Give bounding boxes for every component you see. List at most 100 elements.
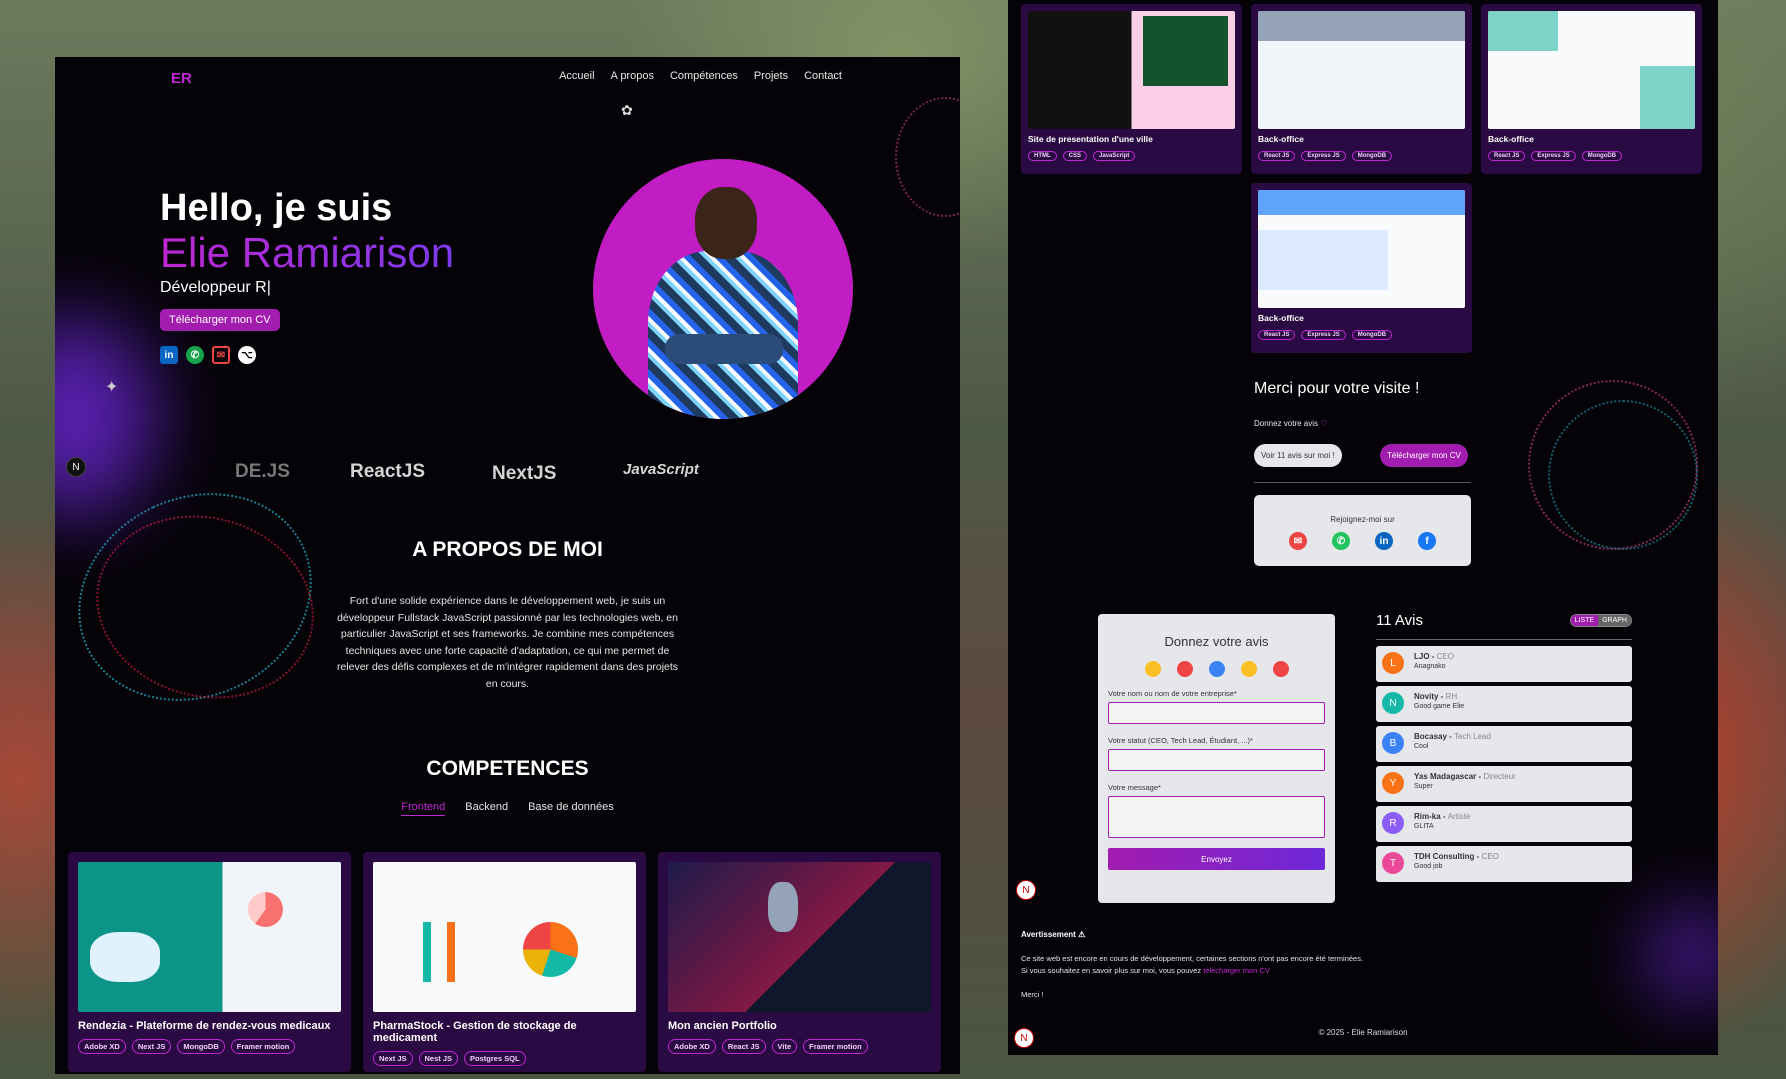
avatar: Y	[1382, 772, 1404, 794]
download-cv-button[interactable]: Télécharger mon CV	[160, 309, 280, 331]
wow-emoji-icon[interactable]	[1240, 661, 1257, 677]
project-card[interactable]: Mon ancien Portfolio Adobe XD React JS V…	[658, 852, 941, 1072]
review-item[interactable]: T TDH Consulting - CEO Good job	[1376, 846, 1632, 882]
review-message: Anagnako	[1414, 663, 1446, 670]
project-tag: MongoDB	[1581, 151, 1623, 161]
view-toggle: LISTE GRAPH	[1569, 614, 1632, 627]
copyright: © 2025 - Elie Ramiarison	[1318, 1028, 1408, 1037]
tech-next: NextJS	[492, 463, 557, 484]
portfolio-bottom-panel: Site de presentation d'une ville HTML CS…	[1008, 0, 1718, 1055]
project-tag: Postgres SQL	[464, 1051, 526, 1066]
nav-contact[interactable]: Contact	[804, 70, 842, 82]
nav-projets[interactable]: Projets	[754, 70, 788, 82]
project-title: PharmaStock - Gestion de stockage de med…	[373, 1020, 577, 1044]
review-author: Bocasay - Tech Lead	[1414, 732, 1491, 741]
review-message: GLITA	[1414, 823, 1434, 830]
tab-frontend[interactable]: Frontend	[401, 801, 446, 816]
project-title: Rendezia - Plateforme de rendez-vous med…	[78, 1020, 331, 1032]
project-card[interactable]: Site de presentation d'une ville HTML CS…	[1021, 4, 1242, 174]
linkedin-icon[interactable]: in	[1375, 532, 1393, 550]
mail-icon[interactable]: ✉	[212, 346, 230, 364]
project-screenshot	[1028, 11, 1235, 129]
review-author: TDH Consulting - CEO	[1414, 852, 1499, 861]
sparkle-icon: ✦	[105, 379, 119, 396]
project-tag: MongoDB	[177, 1039, 225, 1054]
review-item[interactable]: N Novity - RH Good game Elie	[1376, 686, 1632, 722]
project-tag: Nest JS	[418, 1051, 459, 1066]
hero-name: Elie Ramiarison	[160, 229, 455, 276]
project-tag: Adobe XD	[668, 1039, 716, 1054]
whatsapp-icon[interactable]: ✆	[186, 346, 204, 364]
purple-glow	[1648, 910, 1718, 1000]
join-me-box: Rejoignez-moi sur ✉ ✆ in f	[1254, 495, 1471, 566]
join-label: Rejoignez-moi sur	[1330, 515, 1395, 524]
project-tag: Next JS	[373, 1051, 413, 1066]
give-review-link[interactable]: Donnez votre avis ♡	[1254, 419, 1327, 428]
project-tag: Adobe XD	[78, 1039, 126, 1054]
see-reviews-button[interactable]: Voir 11 avis sur moi !	[1254, 444, 1342, 467]
project-tag: Express JS	[1531, 151, 1576, 161]
form-title: Donnez votre avis	[1164, 634, 1269, 649]
particle-swirl	[55, 455, 347, 739]
nav-competences[interactable]: Compétences	[670, 70, 738, 82]
tab-backend[interactable]: Backend	[465, 801, 508, 816]
tab-database[interactable]: Base de données	[528, 801, 614, 816]
review-form: Donnez votre avis Votre nom ou nom de vo…	[1098, 614, 1335, 903]
review-author: LJO - CEO	[1414, 652, 1455, 661]
tech-javascript: JavaScript	[623, 461, 699, 478]
nextjs-badge-icon[interactable]: N	[1016, 880, 1036, 900]
project-card[interactable]: Back-office React JS Express JS MongoDB	[1481, 4, 1702, 174]
portfolio-home-panel: ER Accueil A propos Compétences Projets …	[55, 57, 960, 1074]
nav-apropos[interactable]: A propos	[611, 70, 654, 82]
project-card[interactable]: PharmaStock - Gestion de stockage de med…	[363, 852, 646, 1072]
review-author: Yas Madagascar - Directeur	[1414, 772, 1516, 781]
project-card[interactable]: Back-office React JS Express JS MongoDB	[1251, 4, 1472, 174]
particle-swirl	[75, 491, 335, 723]
whatsapp-icon[interactable]: ✆	[1332, 532, 1350, 550]
nav-accueil[interactable]: Accueil	[559, 70, 594, 82]
rating-emojis	[1108, 661, 1325, 677]
project-tag: Framer motion	[803, 1039, 868, 1054]
review-item[interactable]: Y Yas Madagascar - Directeur Super	[1376, 766, 1632, 802]
project-tag: Vite	[771, 1039, 798, 1054]
review-message: Good game Elie	[1414, 703, 1465, 710]
review-item[interactable]: B Bocasay - Tech Lead Cool	[1376, 726, 1632, 762]
review-message: Cool	[1414, 743, 1429, 750]
project-title: Back-office	[1258, 134, 1304, 144]
review-item[interactable]: R Rim-ka - Artiste GLITA	[1376, 806, 1632, 842]
tech-carousel: DE.JS ReactJS NextJS JavaScript	[55, 445, 960, 495]
status-input[interactable]	[1108, 749, 1325, 771]
flower-icon: ✿	[621, 102, 633, 118]
mail-icon[interactable]: ✉	[1289, 532, 1307, 550]
message-label: Votre message*	[1108, 783, 1161, 792]
particle-swirl	[1548, 400, 1698, 550]
project-card[interactable]: Rendezia - Plateforme de rendez-vous med…	[68, 852, 351, 1072]
project-card[interactable]: Back-office React JS Express JS MongoDB	[1251, 183, 1472, 353]
download-cv-link[interactable]: télécharger mon CV	[1203, 966, 1270, 975]
name-input[interactable]	[1108, 702, 1325, 724]
github-icon[interactable]: ⌥	[238, 346, 256, 364]
avatar: B	[1382, 732, 1404, 754]
facebook-icon[interactable]: f	[1418, 532, 1436, 550]
linkedin-icon[interactable]: in	[160, 346, 178, 364]
site-logo[interactable]: ER	[171, 70, 192, 87]
review-item[interactable]: L LJO - CEO Anagnako	[1376, 646, 1632, 682]
warning-title: Avertissement ⚠	[1021, 930, 1086, 939]
thumbs-up-icon[interactable]	[1208, 661, 1225, 677]
heart-icon[interactable]	[1272, 661, 1289, 677]
toggle-list[interactable]: LISTE	[1570, 615, 1599, 626]
download-cv-button[interactable]: Télécharger mon CV	[1380, 444, 1468, 467]
send-button[interactable]: Envoyez	[1108, 848, 1325, 870]
sad-emoji-icon[interactable]	[1144, 661, 1161, 677]
skills-tabs: Frontend Backend Base de données	[55, 801, 960, 816]
thanks-heading: Merci pour votre visite !	[1254, 380, 1420, 397]
toggle-graph[interactable]: GRAPH	[1598, 615, 1631, 626]
project-title: Back-office	[1258, 313, 1304, 323]
skills-title: COMPETENCES	[426, 757, 589, 780]
message-textarea[interactable]	[1108, 796, 1325, 838]
project-tag: React JS	[1258, 330, 1296, 340]
angry-emoji-icon[interactable]	[1176, 661, 1193, 677]
project-tag: React JS	[721, 1039, 766, 1054]
main-nav: Accueil A propos Compétences Projets Con…	[559, 70, 842, 82]
heart-icon: ♡	[1320, 419, 1328, 428]
